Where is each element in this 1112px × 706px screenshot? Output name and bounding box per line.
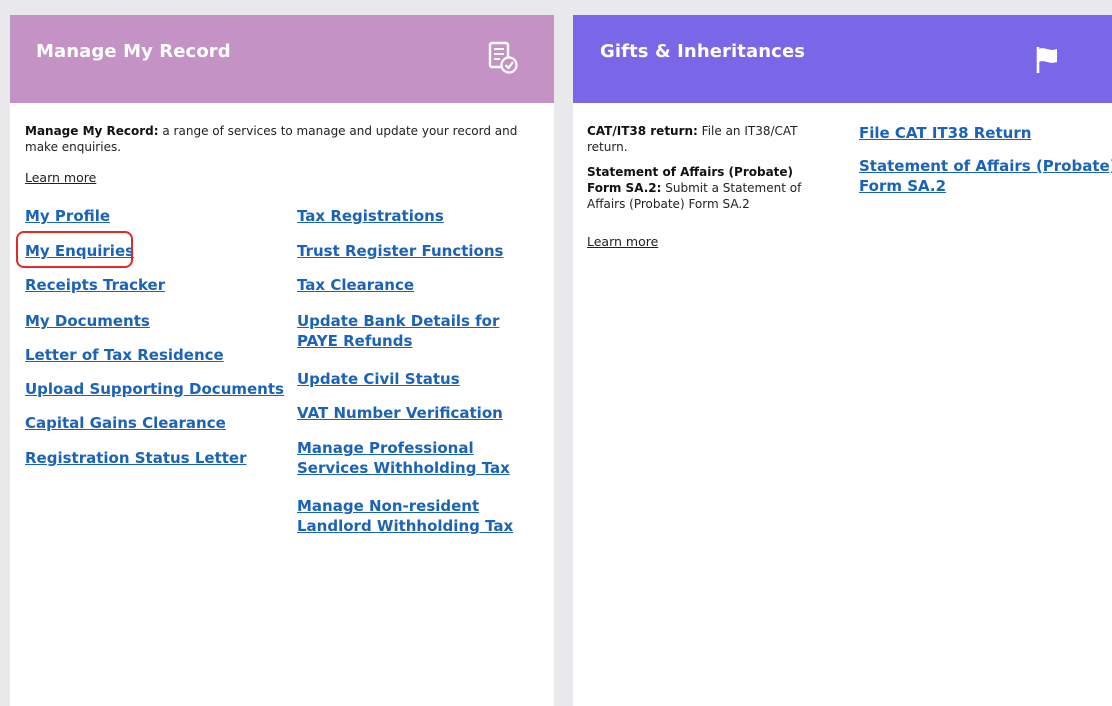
highlight-ring xyxy=(16,231,133,268)
link-my-documents[interactable]: My Documents xyxy=(25,311,150,331)
statement-of-affairs-description: Statement of Affairs (Probate) Form SA.2… xyxy=(587,164,827,212)
manage-learn-more-link[interactable]: Learn more xyxy=(25,170,96,185)
link-update-bank-details[interactable]: Update Bank Details for PAYE Refunds xyxy=(297,311,542,351)
gifts-inheritances-card: Gifts & Inheritances CAT/IT38 return: Fi… xyxy=(573,15,1112,706)
link-upload-supporting-documents[interactable]: Upload Supporting Documents xyxy=(25,379,284,399)
link-statement-of-affairs-form[interactable]: Statement of Affairs (Probate) Form SA.2 xyxy=(859,156,1112,196)
manage-my-record-title: Manage My Record xyxy=(36,41,231,62)
cat-it38-bold-label: CAT/IT38 return: xyxy=(587,124,698,138)
gifts-inheritances-title: Gifts & Inheritances xyxy=(600,41,806,62)
link-tax-registrations[interactable]: Tax Registrations xyxy=(297,206,444,226)
link-capital-gains-clearance[interactable]: Capital Gains Clearance xyxy=(25,413,226,433)
link-update-civil-status[interactable]: Update Civil Status xyxy=(297,369,460,389)
link-manage-professional-services-wht[interactable]: Manage Professional Services Withholding… xyxy=(297,438,542,478)
link-trust-register-functions[interactable]: Trust Register Functions xyxy=(297,241,503,261)
gifts-learn-more-link[interactable]: Learn more xyxy=(587,234,658,249)
cat-it38-description: CAT/IT38 return: File an IT38/CAT return… xyxy=(587,123,827,155)
document-check-icon xyxy=(488,41,518,74)
manage-my-record-header: Manage My Record xyxy=(10,15,554,103)
link-vat-number-verification[interactable]: VAT Number Verification xyxy=(297,403,503,423)
link-registration-status-letter[interactable]: Registration Status Letter xyxy=(25,448,246,468)
link-manage-non-resident-landlord-wht[interactable]: Manage Non-resident Landlord Withholding… xyxy=(297,496,517,536)
link-receipts-tracker[interactable]: Receipts Tracker xyxy=(25,275,165,295)
description-bold-label: Manage My Record: xyxy=(25,124,159,138)
manage-my-record-card: Manage My Record Manage My Record: a ran… xyxy=(10,15,554,706)
link-file-cat-it38-return[interactable]: File CAT IT38 Return xyxy=(859,123,1031,143)
link-letter-of-tax-residence[interactable]: Letter of Tax Residence xyxy=(25,345,224,365)
manage-my-record-description: Manage My Record: a range of services to… xyxy=(25,123,525,155)
flag-icon xyxy=(1036,47,1057,73)
link-tax-clearance[interactable]: Tax Clearance xyxy=(297,275,414,295)
gifts-inheritances-header: Gifts & Inheritances xyxy=(573,15,1112,103)
link-my-profile[interactable]: My Profile xyxy=(25,206,110,226)
